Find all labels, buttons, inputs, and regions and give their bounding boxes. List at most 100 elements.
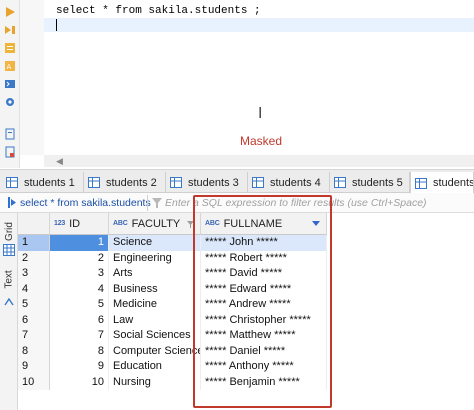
table-row[interactable]: 9 9 Education ***** Anthony ***** <box>18 359 474 375</box>
cell-fullname[interactable]: ***** Anthony ***** <box>201 359 327 375</box>
table-row[interactable]: 3 3 Arts ***** David ***** <box>18 266 474 282</box>
scroll-left-icon[interactable]: ◀ <box>56 156 63 167</box>
cell-faculty[interactable]: Engineering <box>109 250 201 266</box>
row-number-cell[interactable]: 2 <box>18 250 50 266</box>
current-line-highlight <box>44 18 474 32</box>
cell-id[interactable]: 1 <box>50 235 109 251</box>
grid-icon[interactable] <box>3 244 15 256</box>
execute-statement-icon[interactable] <box>4 24 16 36</box>
save-file-icon[interactable] <box>4 146 16 158</box>
filter-expression-input[interactable] <box>165 195 470 211</box>
cell-id[interactable]: 5 <box>50 297 109 313</box>
table-row[interactable]: 4 4 Business ***** Edward ***** <box>18 281 474 297</box>
table-row[interactable]: 8 8 Computer Science ***** Daniel ***** <box>18 343 474 359</box>
editor-horizontal-scrollbar[interactable]: ◀ <box>44 155 474 167</box>
numeric-type-icon: 123 <box>54 220 66 227</box>
sort-dropdown-icon[interactable] <box>312 221 320 226</box>
cell-fullname[interactable]: ***** Robert ***** <box>201 250 327 266</box>
cell-fullname[interactable]: ***** Daniel ***** <box>201 343 327 359</box>
tab-label: students 3 <box>188 176 239 189</box>
tab-students-4[interactable]: students 4 <box>248 172 330 193</box>
cell-fullname[interactable]: ***** Andrew ***** <box>201 297 327 313</box>
table-row[interactable]: 2 2 Engineering ***** Robert ***** <box>18 250 474 266</box>
row-number-cell[interactable]: 8 <box>18 343 50 359</box>
cell-id[interactable]: 8 <box>50 343 109 359</box>
row-number-cell[interactable]: 6 <box>18 312 50 328</box>
cell-faculty[interactable]: Nursing <box>109 374 201 390</box>
panels-toggle-icon[interactable] <box>4 297 14 307</box>
tab-students-6[interactable]: students 6 <box>410 172 474 194</box>
cell-fullname[interactable]: ***** Christopher ***** <box>201 312 327 328</box>
cell-id[interactable]: 9 <box>50 359 109 375</box>
cell-fullname[interactable]: ***** Benjamin ***** <box>201 374 327 390</box>
sql-query-text[interactable]: select * from sakila.students ; <box>56 5 261 17</box>
grid-view-tab[interactable]: Grid <box>1 217 17 245</box>
console-icon[interactable] <box>4 78 16 90</box>
row-number-cell[interactable]: 10 <box>18 374 50 390</box>
row-number-cell[interactable]: 9 <box>18 359 50 375</box>
editor-gutter <box>20 0 44 155</box>
column-header-faculty[interactable]: ABC FACULTY <box>109 213 201 235</box>
cell-faculty[interactable]: Computer Science <box>109 343 201 359</box>
row-number-cell[interactable]: 5 <box>18 297 50 313</box>
editor-toolbar: A <box>0 0 20 168</box>
script-icon[interactable] <box>4 42 16 54</box>
explain-icon[interactable]: A <box>4 60 16 72</box>
table-icon <box>6 177 18 188</box>
column-header-label: ID <box>69 217 81 230</box>
row-number-cell[interactable]: 1 <box>18 235 50 251</box>
cell-id[interactable]: 7 <box>50 328 109 344</box>
cell-fullname[interactable]: ***** Edward ***** <box>201 281 327 297</box>
row-number-cell[interactable]: 7 <box>18 328 50 344</box>
column-header-fullname[interactable]: ABC FULLNAME <box>201 213 327 235</box>
cell-faculty[interactable]: Science <box>109 235 201 251</box>
filter-bar: select * from sakila.students <box>0 193 474 213</box>
cell-fullname[interactable]: ***** David ***** <box>201 266 327 282</box>
row-number-header[interactable] <box>18 213 50 235</box>
text-view-tab[interactable]: Text <box>1 263 17 295</box>
column-filter-icon[interactable] <box>187 221 194 228</box>
query-label[interactable]: select * from sakila.students <box>20 197 151 209</box>
cell-fullname[interactable]: ***** John ***** <box>201 235 327 251</box>
cell-faculty[interactable]: Law <box>109 312 201 328</box>
row-number-cell[interactable]: 3 <box>18 266 50 282</box>
export-icon[interactable] <box>4 128 16 140</box>
tab-label: students 5 <box>352 176 403 189</box>
text-caret <box>56 19 57 31</box>
row-number-cell[interactable]: 4 <box>18 281 50 297</box>
table-row[interactable]: 7 7 Social Sciences ***** Matthew ***** <box>18 328 474 344</box>
tab-students-2[interactable]: students 2 <box>84 172 166 193</box>
execute-icon[interactable] <box>4 6 16 18</box>
table-row[interactable]: 10 10 Nursing ***** Benjamin ***** <box>18 374 474 390</box>
cell-faculty[interactable]: Business <box>109 281 201 297</box>
column-header-id[interactable]: 123 ID <box>50 213 109 235</box>
svg-text:A: A <box>7 63 12 71</box>
tab-students-5[interactable]: students 5 <box>330 172 410 193</box>
cell-fullname[interactable]: ***** Matthew ***** <box>201 328 327 344</box>
string-type-icon: ABC <box>205 220 220 227</box>
cell-faculty[interactable]: Medicine <box>109 297 201 313</box>
cell-id[interactable]: 10 <box>50 374 109 390</box>
table-icon <box>170 177 182 188</box>
result-tabs: students 1 students 2 students 3 student… <box>0 169 474 194</box>
ibeam-cursor-icon: I <box>258 104 263 122</box>
table-row[interactable]: 5 5 Medicine ***** Andrew ***** <box>18 297 474 313</box>
table-icon <box>334 177 346 188</box>
table-row[interactable]: 6 6 Law ***** Christopher ***** <box>18 312 474 328</box>
cell-id[interactable]: 6 <box>50 312 109 328</box>
filter-funnel-icon <box>152 198 162 208</box>
cell-id[interactable]: 4 <box>50 281 109 297</box>
table-row[interactable]: 1 1 Science ***** John ***** <box>18 235 474 251</box>
cell-id[interactable]: 3 <box>50 266 109 282</box>
settings-gear-icon[interactable] <box>4 96 16 108</box>
tab-students-3[interactable]: students 3 <box>166 172 248 193</box>
column-header-label: FACULTY <box>131 217 181 230</box>
cell-faculty[interactable]: Arts <box>109 266 201 282</box>
cell-faculty[interactable]: Social Sciences <box>109 328 201 344</box>
tab-label: students 2 <box>106 176 157 189</box>
cell-id[interactable]: 2 <box>50 250 109 266</box>
tab-students-1[interactable]: students 1 <box>2 172 84 193</box>
table-icon <box>88 177 100 188</box>
cell-faculty[interactable]: Education <box>109 359 201 375</box>
table-icon <box>415 177 427 189</box>
